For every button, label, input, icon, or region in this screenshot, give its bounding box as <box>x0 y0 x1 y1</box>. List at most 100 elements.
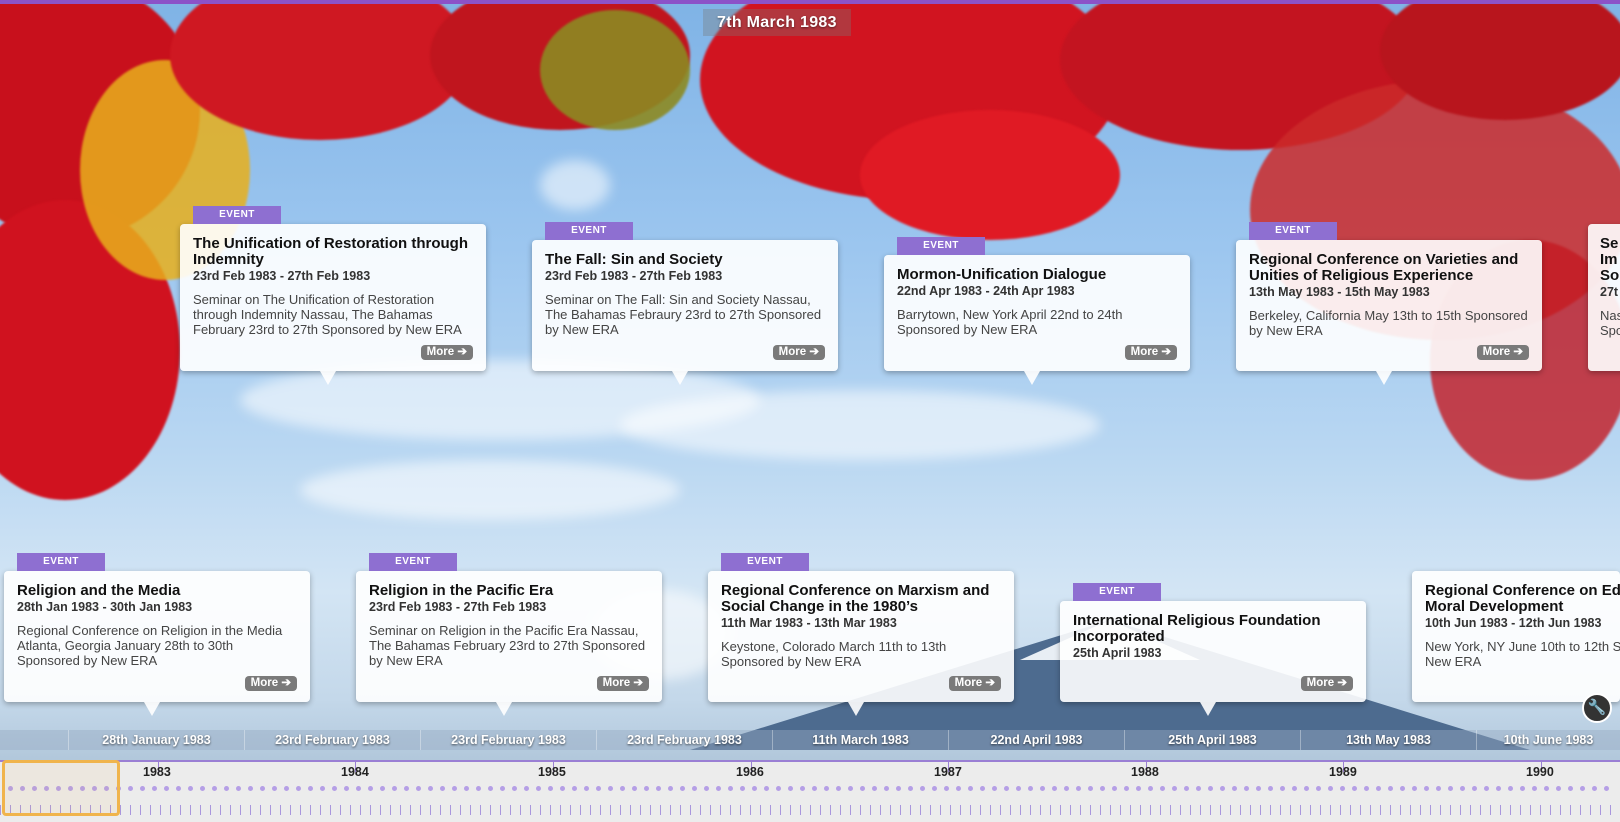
event-title: Religion and the Media <box>17 582 181 599</box>
axis-date-label: 11th March 1983 <box>772 730 948 750</box>
navigator-event-dot <box>836 786 841 791</box>
navigator-event-dot <box>1580 786 1585 791</box>
event-card[interactable]: EVENT Regional Conference on Varieties a… <box>1236 222 1542 385</box>
navigator-event-dot <box>1412 786 1417 791</box>
axis-date-label: 23rd February 1983 <box>244 730 420 750</box>
more-button[interactable]: More ➔ <box>1124 345 1177 360</box>
navigator-event-dot <box>776 786 781 791</box>
navigator-event-dot <box>1196 786 1201 791</box>
navigator-event-dot <box>392 786 397 791</box>
navigator-event-dot <box>668 786 673 791</box>
event-description: Nas Spo <box>1600 308 1620 338</box>
navigator-event-dot <box>1304 786 1309 791</box>
more-label: More <box>250 677 279 689</box>
navigator-event-dot <box>488 786 493 791</box>
more-button[interactable]: More ➔ <box>420 345 473 360</box>
event-title: Se Im So <box>1600 235 1620 284</box>
navigator-event-dot <box>728 786 733 791</box>
navigator-event-dot <box>1508 786 1513 791</box>
navigator-event-dot <box>1340 786 1345 791</box>
event-card[interactable]: EVENT Regional Conference on Marxism and… <box>708 553 1014 716</box>
navigator-event-dot <box>608 786 613 791</box>
event-card[interactable]: EVENT Religion in the Pacific Era 23rd F… <box>356 553 662 716</box>
nav-year-label[interactable]: 1990 <box>1526 765 1554 779</box>
nav-year-label[interactable]: 1986 <box>736 765 764 779</box>
nav-year-label[interactable]: 1985 <box>538 765 566 779</box>
event-date: 28th Jan 1983 - 30th Jan 1983 <box>17 600 193 614</box>
navigator-viewport-selector[interactable] <box>2 760 120 816</box>
more-button[interactable]: More ➔ <box>244 676 297 691</box>
event-date: 13th May 1983 - 15th May 1983 <box>1249 285 1430 299</box>
navigator-event-dot <box>1424 786 1429 791</box>
event-title: Mormon-Unification Dialogue <box>897 266 1107 283</box>
event-description: Keystone, Colorado March 11th to 13th Sp… <box>721 639 947 669</box>
navigator-event-dot <box>692 786 697 791</box>
nav-year-label[interactable]: 1989 <box>1329 765 1357 779</box>
navigator-event-dot <box>920 786 925 791</box>
navigator-event-dot <box>1316 786 1321 791</box>
navigator-event-dot <box>1016 786 1021 791</box>
navigator-ticks <box>0 805 1620 815</box>
nav-year-label[interactable]: 1984 <box>341 765 369 779</box>
navigator-event-dot <box>1388 786 1393 791</box>
navigator-event-dot <box>1256 786 1261 791</box>
more-button[interactable]: More ➔ <box>772 345 825 360</box>
navigator-event-dot <box>224 786 229 791</box>
wrench-icon[interactable]: 🔧 <box>1582 693 1612 723</box>
event-title: Religion in the Pacific Era <box>369 582 554 599</box>
event-title: The Fall: Sin and Society <box>545 251 723 268</box>
nav-year-label[interactable]: 1987 <box>934 765 962 779</box>
navigator-event-dot <box>272 786 277 791</box>
navigator-event-dot <box>368 786 373 791</box>
event-card[interactable]: EVENT International Religious Foundation… <box>1060 583 1366 716</box>
event-badge: EVENT <box>897 237 985 255</box>
more-button[interactable]: More ➔ <box>1300 676 1353 691</box>
nav-year-label[interactable]: 1983 <box>143 765 171 779</box>
navigator-event-dot <box>1076 786 1081 791</box>
event-card[interactable]: EVENT Religion and the Media 28th Jan 19… <box>4 553 310 716</box>
navigator-event-dot <box>908 786 913 791</box>
arrow-right-icon: ➔ <box>985 677 995 689</box>
navigator-event-dot <box>764 786 769 791</box>
navigator-event-dot <box>452 786 457 791</box>
navigator-event-dot <box>1172 786 1177 791</box>
navigator-event-dot <box>1544 786 1549 791</box>
more-button[interactable]: More ➔ <box>948 676 1001 691</box>
event-card[interactable]: EVENT The Unification of Restoration thr… <box>180 206 486 385</box>
nav-year-label[interactable]: 1988 <box>1131 765 1159 779</box>
navigator-event-dot <box>884 786 889 791</box>
navigator-event-dot <box>1052 786 1057 791</box>
event-badge: EVENT <box>369 553 457 571</box>
navigator-event-dot <box>428 786 433 791</box>
event-title: Regional Conference on Marxism and Socia… <box>721 582 990 615</box>
navigator-event-dot <box>356 786 361 791</box>
event-card[interactable]: EVENT The Fall: Sin and Society 23rd Feb… <box>532 222 838 385</box>
navigator-event-dot <box>1232 786 1237 791</box>
more-button[interactable]: More ➔ <box>1476 345 1529 360</box>
event-card-partial[interactable]: EVENT Regional Conference on Edu Moral D… <box>1412 571 1620 702</box>
event-card[interactable]: EVENT Mormon-Unification Dialogue 22nd A… <box>884 237 1190 385</box>
navigator-event-dot <box>128 786 133 791</box>
event-card-partial[interactable]: EVENT Se Im So 27t Nas Spo <box>1588 224 1620 371</box>
navigator-event-dot <box>1484 786 1489 791</box>
navigator-event-dot <box>140 786 145 791</box>
navigator-event-dot <box>992 786 997 791</box>
arrow-right-icon: ➔ <box>1337 677 1347 689</box>
navigator-event-dot <box>800 786 805 791</box>
more-button[interactable]: More ➔ <box>596 676 649 691</box>
navigator-event-dot <box>1292 786 1297 791</box>
navigator-event-dot <box>1136 786 1141 791</box>
axis-date-label: 13th May 1983 <box>1300 730 1476 750</box>
event-date: 23rd Feb 1983 - 27th Feb 1983 <box>193 269 371 283</box>
navigator-event-dot <box>1400 786 1405 791</box>
navigator-event-dot <box>1124 786 1129 791</box>
navigator-event-dot <box>1472 786 1477 791</box>
more-label: More <box>1130 346 1159 358</box>
navigator-event-dot <box>872 786 877 791</box>
event-description: Barrytown, New York April 22nd to 24th S… <box>897 307 1123 337</box>
navigator-event-dot <box>956 786 961 791</box>
arrow-right-icon: ➔ <box>457 346 467 358</box>
navigator-event-dot <box>680 786 685 791</box>
navigator-event-dot <box>416 786 421 791</box>
navigator-event-dot <box>236 786 241 791</box>
